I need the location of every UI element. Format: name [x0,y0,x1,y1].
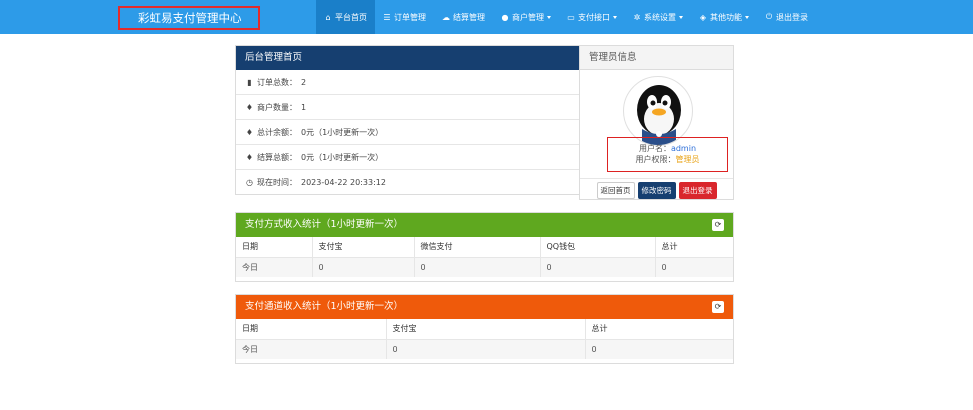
nav-label: 退出登录 [776,12,808,22]
stat-label: 订单总数： [257,77,297,87]
stat-value: 2 [301,77,307,87]
avatar [623,76,693,146]
pay-type-stats-table: 日期 支付宝 微信支付 QQ钱包 总计 今日 0 0 0 0 [236,237,733,277]
stat-label: 现在时间： [257,178,297,187]
column-header: 微信支付 [414,237,541,258]
username-label: 用户名： [638,144,671,153]
top-navbar: 彩虹易支付管理中心 ⌂ 平台首页 ☰ 订单管理 ☁ 结算管理 ● 商户管理 ▭ … [0,0,973,34]
back-home-button[interactable]: 返回首页 [596,182,635,199]
caret-down-icon [547,15,551,19]
table-cell: 0 [655,257,733,277]
table-cell: 0 [312,257,415,277]
stat-value: 0元（1小时更新一次） [301,127,384,137]
stat-value: 0元（1小时更新一次） [301,152,384,162]
column-header: 总计 [655,237,733,258]
column-header: 日期 [236,319,387,340]
list-icon: ☰ [383,12,391,22]
main-nav: ⌂ 平台首页 ☰ 订单管理 ☁ 结算管理 ● 商户管理 ▭ 支付接口 ✲ 系统设… [316,0,816,34]
table-row: 今日 0 0 [236,339,733,359]
column-header: QQ钱包 [540,237,656,258]
nav-label: 其他功能 [710,12,742,22]
column-header: 日期 [236,237,313,258]
user-icon: ● [501,12,509,22]
username-line: 用户名：admin [608,143,727,154]
table-header-row: 日期 支付宝 微信支付 QQ钱包 总计 [236,237,733,258]
stat-label: 结算总额： [257,152,297,162]
cog-icon: ✲ [633,12,641,22]
nav-label: 平台首页 [335,12,367,22]
caret-down-icon [613,15,617,19]
nav-label: 结算管理 [453,12,485,22]
table-cell: 0 [585,339,733,359]
nav-item-merchants[interactable]: ● 商户管理 [493,0,559,34]
nav-item-other[interactable]: ◈ 其他功能 [691,0,757,34]
channel-stats-title: 支付通道收入统计（1小时更新一次） [245,301,404,312]
nav-label: 订单管理 [394,12,426,22]
bar-chart-icon: ▮ [247,77,252,87]
admin-info-panel: 管理员信息 用户名：admin 用户权限：管理员 返回首页 修改密码 退出登录 [579,45,734,200]
home-icon: ⌂ [325,12,331,22]
username-value: admin [670,144,697,153]
table-cell: 0 [386,339,586,359]
nav-item-orders[interactable]: ☰ 订单管理 [375,0,434,34]
table-cell: 今日 [236,257,313,277]
table-cell: 0 [414,257,541,277]
nav-label: 支付接口 [578,12,610,22]
change-password-button[interactable]: 修改密码 [637,182,676,199]
caret-down-icon [745,15,749,19]
caret-down-icon [679,15,683,19]
nav-label: 商户管理 [512,12,544,22]
nav-item-home[interactable]: ⌂ 平台首页 [316,0,375,34]
nav-item-settlement[interactable]: ☁ 结算管理 [434,0,493,34]
stat-label: 总计余额： [257,127,297,137]
table-cell: 今日 [236,339,387,359]
stat-label: 商户数量： [257,102,297,112]
pay-type-stats-panel: 支付方式收入统计（1小时更新一次） ⟳ 日期 支付宝 微信支付 QQ钱包 总计 … [235,212,734,282]
role-line: 用户权限：管理员 [608,154,727,165]
credit-card-icon: ▭ [567,12,575,22]
channel-stats-table: 日期 支付宝 总计 今日 0 0 [236,319,733,359]
nav-item-logout[interactable]: ⏻ 退出登录 [757,0,816,34]
cloud-icon: ☁ [442,12,450,22]
channel-stats-panel: 支付通道收入统计（1小时更新一次） ⟳ 日期 支付宝 总计 今日 0 0 [235,294,734,364]
nav-label: 系统设置 [644,12,676,22]
brand-title[interactable]: 彩虹易支付管理中心 [118,6,260,30]
clock-icon: ◷ [246,178,253,187]
role-label: 用户权限： [635,155,676,164]
column-header: 支付宝 [312,237,415,258]
logout-button[interactable]: 退出登录 [678,182,717,199]
power-icon: ⏻ [765,12,773,21]
nav-item-payment-interface[interactable]: ▭ 支付接口 [559,0,625,34]
cube-icon: ◈ [699,12,707,22]
stat-value: 1 [301,102,307,112]
pay-type-stats-title: 支付方式收入统计（1小时更新一次） [245,219,404,230]
stat-value: 2023-04-22 20:33:12 [301,178,386,187]
tint-icon: ♦ [245,102,254,112]
role-value: 管理员 [675,155,700,164]
tint-icon: ♦ [245,152,254,162]
column-header: 支付宝 [386,319,586,340]
tint-icon: ♦ [245,127,254,137]
pay-type-stats-head: 支付方式收入统计（1小时更新一次） ⟳ [236,213,733,237]
admin-info-box: 用户名：admin 用户权限：管理员 [607,137,728,172]
penguin-avatar-icon [637,85,681,145]
admin-button-row: 返回首页 修改密码 退出登录 [580,178,733,202]
refresh-icon[interactable]: ⟳ [712,219,724,231]
refresh-icon[interactable]: ⟳ [712,301,724,313]
column-header: 总计 [585,319,733,340]
table-cell: 0 [540,257,656,277]
admin-panel-title: 管理员信息 [580,46,733,70]
table-header-row: 日期 支付宝 总计 [236,319,733,340]
channel-stats-head: 支付通道收入统计（1小时更新一次） ⟳ [236,295,733,319]
table-row: 今日 0 0 0 0 [236,257,733,277]
nav-item-system-settings[interactable]: ✲ 系统设置 [625,0,691,34]
